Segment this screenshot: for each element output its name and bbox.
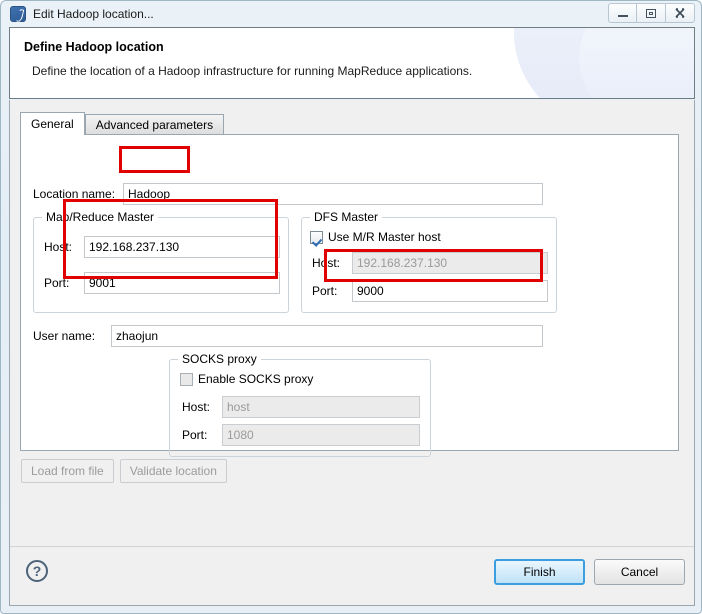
location-name-label: Location name: <box>33 187 116 201</box>
minimize-icon <box>617 15 628 17</box>
tab-strip: General Advanced parameters <box>20 112 225 135</box>
window-title: Edit Hadoop location... <box>33 6 154 21</box>
page-description: Define the location of a Hadoop infrastr… <box>32 64 473 78</box>
finish-button[interactable]: Finish <box>494 559 585 585</box>
dfs-master-title: DFS Master <box>310 210 383 224</box>
dfs-host-label: Host: <box>312 256 341 270</box>
user-name-row: User name: zhaojun <box>33 325 543 347</box>
maximize-button[interactable] <box>637 3 666 23</box>
tab-advanced-parameters-label: Advanced parameters <box>95 118 214 132</box>
use-mr-master-host-row[interactable]: Use M/R Master host <box>310 230 441 244</box>
socks-host-row: Host: host <box>182 396 420 418</box>
decoration-circle-small <box>579 28 694 98</box>
dfs-port-row: Port: 9000 <box>312 280 548 302</box>
dialog-body: General Advanced parameters Location nam… <box>9 100 695 546</box>
use-mr-master-host-label: Use M/R Master host <box>328 230 441 244</box>
dialog-footer: ? Finish Cancel <box>9 546 695 606</box>
maximize-icon <box>646 8 656 18</box>
mr-port-row: Port: 9001 <box>44 272 280 294</box>
mr-port-label: Port: <box>44 276 70 290</box>
enable-socks-proxy-label: Enable SOCKS proxy <box>198 372 314 386</box>
panel-actions: Load from file Validate location <box>21 459 227 483</box>
mr-host-input[interactable]: 192.168.237.130 <box>84 236 280 258</box>
dfs-port-label: Port: <box>312 284 338 298</box>
title-bar: Edit Hadoop location... <box>1 1 701 26</box>
dfs-host-input: 192.168.237.130 <box>352 252 548 274</box>
footer-divider <box>10 546 694 547</box>
mr-host-label: Host: <box>44 240 73 254</box>
load-from-file-button[interactable]: Load from file <box>21 459 114 483</box>
window-controls <box>608 3 695 23</box>
socks-host-input: host <box>222 396 420 418</box>
page-title: Define Hadoop location <box>24 40 164 54</box>
close-icon <box>675 8 685 18</box>
socks-port-input: 1080 <box>222 424 420 446</box>
dfs-master-group: DFS Master Use M/R Master host Host: 192… <box>301 210 557 313</box>
socks-host-label: Host: <box>182 400 211 414</box>
socks-port-label: Port: <box>182 428 208 442</box>
dialog-window: Edit Hadoop location... Define Hadoop lo… <box>0 0 702 614</box>
dfs-port-input[interactable]: 9000 <box>352 280 548 302</box>
cancel-button[interactable]: Cancel <box>594 559 685 585</box>
validate-location-button[interactable]: Validate location <box>119 459 227 483</box>
socks-port-row: Port: 1080 <box>182 424 420 446</box>
location-name-row: Location name: Hadoop <box>33 183 543 205</box>
use-mr-master-host-checkbox[interactable] <box>310 230 323 244</box>
close-button[interactable] <box>666 3 695 23</box>
tab-general[interactable]: General <box>20 112 85 135</box>
user-name-input[interactable]: zhaojun <box>111 325 543 347</box>
tab-general-label: General <box>31 117 74 131</box>
help-icon[interactable]: ? <box>26 560 48 582</box>
map-reduce-master-group: Map/Reduce Master Host: 192.168.237.130 … <box>33 210 289 313</box>
location-name-input[interactable]: Hadoop <box>123 183 543 205</box>
map-reduce-master-title: Map/Reduce Master <box>42 210 159 224</box>
tab-advanced-parameters[interactable]: Advanced parameters <box>84 114 225 135</box>
enable-socks-proxy-row[interactable]: Enable SOCKS proxy <box>180 372 313 386</box>
user-name-label: User name: <box>33 329 96 343</box>
tab-panel-general: Location name: Hadoop Map/Reduce Master … <box>20 134 679 457</box>
header-banner: Define Hadoop location Define the locati… <box>9 27 695 99</box>
socks-proxy-title: SOCKS proxy <box>178 352 261 366</box>
mr-host-row: Host: 192.168.237.130 <box>44 236 280 258</box>
mr-port-input[interactable]: 9001 <box>84 272 280 294</box>
socks-proxy-group: SOCKS proxy Enable SOCKS proxy Host: hos… <box>169 352 431 457</box>
dfs-host-row: Host: 192.168.237.130 <box>312 252 548 274</box>
enable-socks-proxy-checkbox[interactable] <box>180 372 193 386</box>
minimize-button[interactable] <box>608 3 637 23</box>
hadoop-plugin-icon <box>10 5 26 22</box>
